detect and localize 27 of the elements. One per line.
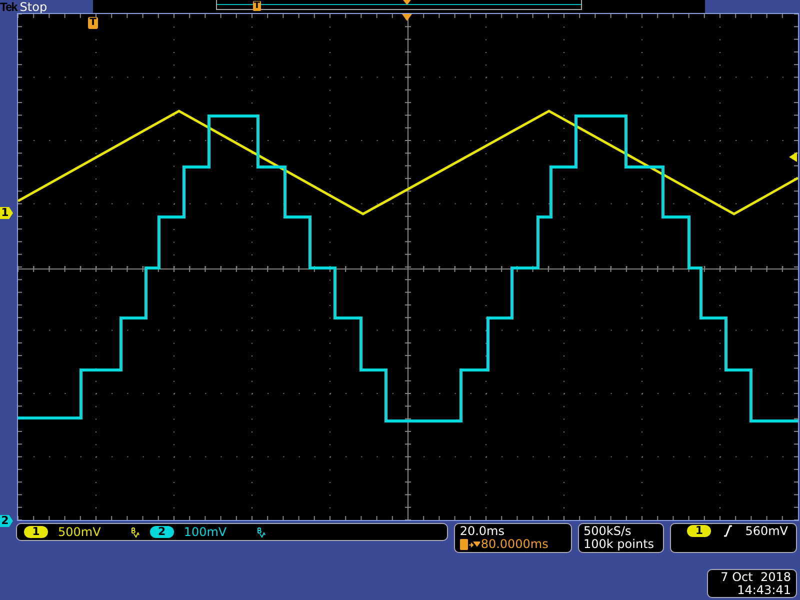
date: 7 Oct 2018 [720,571,791,584]
trigger-level: 560mV [745,525,788,538]
vertical-scale: 500mV [58,525,101,539]
time: 14:43:41 [736,584,791,597]
rising-edge-icon [723,525,734,537]
acquisition-readout[interactable]: 500kS/s 100k points [578,523,664,553]
timebase-readout[interactable]: 20.0ms 80.0000ms [454,523,572,553]
trigger-source-badge: 1 [687,525,712,537]
sample-rate: 500kS/s [584,525,632,538]
trigger-readout[interactable]: 1 560mV [670,523,797,553]
channel-badge[interactable]: 1 [24,526,48,538]
record-length: 100k points [584,538,656,551]
channel-readout[interactable]: 1 500mV 2 100mV [16,523,448,541]
trigger-delay-icon [460,539,480,550]
trigger-marker: T [88,17,98,29]
trigger-marker: T [253,1,261,11]
horizontal-scale: 20.0ms [460,525,506,538]
trigger-level-icon [789,152,797,162]
trigger-delay: 80.0000ms [480,538,548,551]
bandwidth-limit-icon [130,526,140,538]
vertical-scale: 100mV [184,525,227,539]
brand-logo: Tek [0,0,17,12]
bandwidth-limit-icon [256,526,266,538]
channel-badge[interactable]: 2 [150,526,174,538]
channel-marker[interactable]: 1 [0,207,13,219]
acquisition-state: Stop [20,0,48,12]
channel-marker[interactable]: 2 [0,515,13,527]
